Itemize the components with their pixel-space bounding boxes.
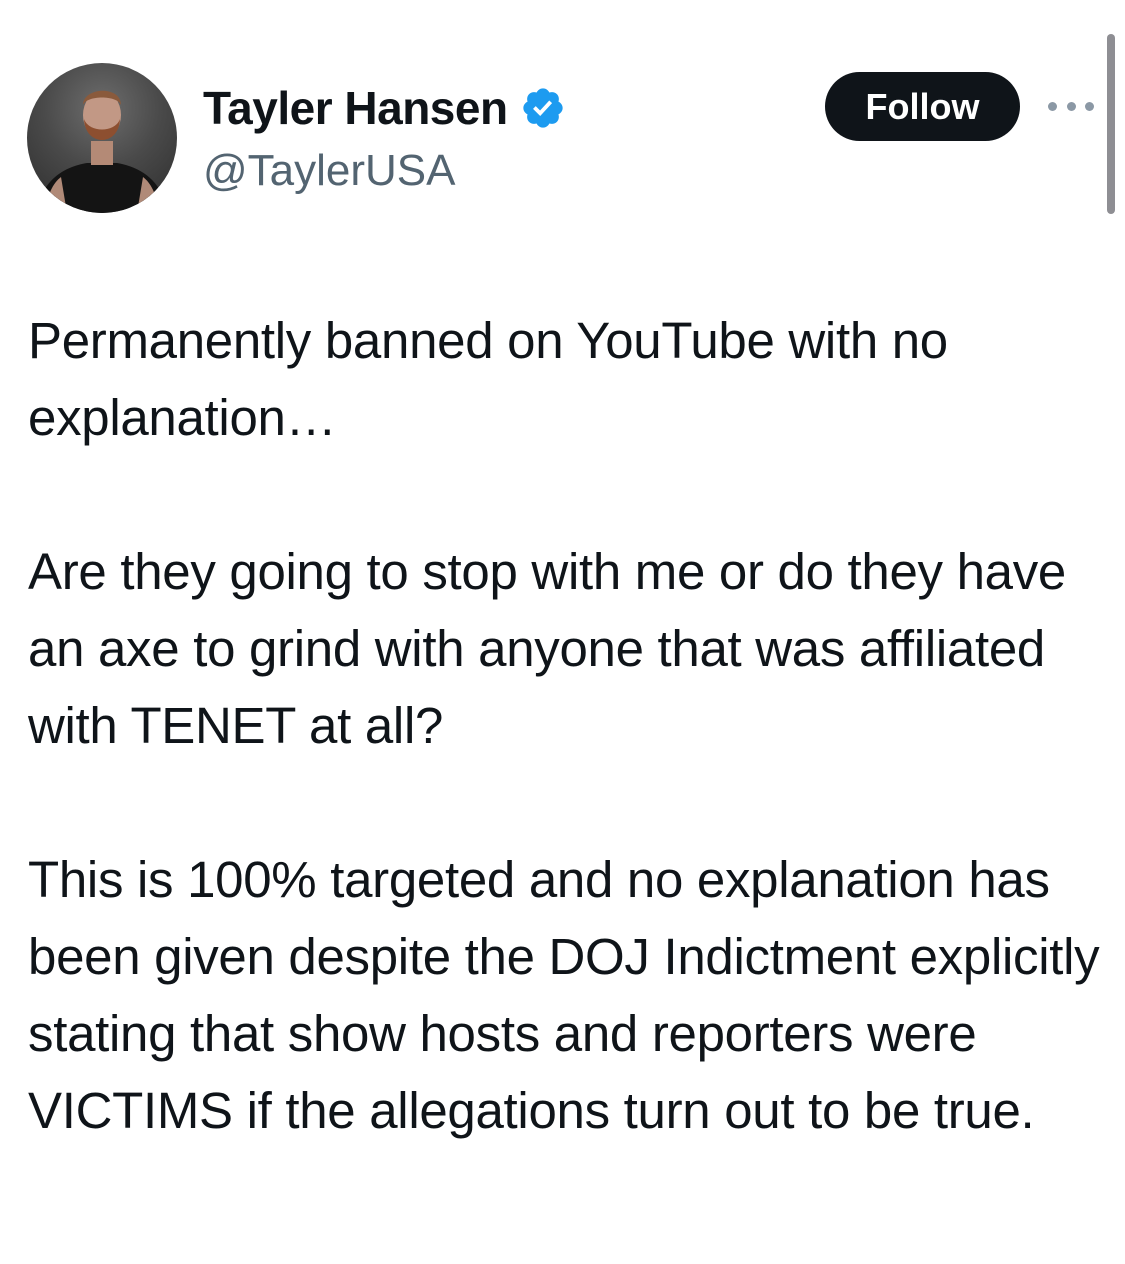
more-dot [1085,101,1094,111]
tweet-paragraph: Permanently banned on YouTube with no ex… [28,312,948,446]
more-dot [1066,101,1076,111]
author-handle[interactable]: @TaylerUSA [203,146,456,196]
tweet-card: Tayler Hansen @TaylerUSA Follow Permanen… [0,0,1125,1264]
verified-badge-icon [520,85,566,131]
author-name-row: Tayler Hansen [203,80,566,136]
tweet-paragraph: This is 100% targeted and no explanation… [28,851,1100,1139]
avatar-photo-icon [37,90,167,213]
follow-button[interactable]: Follow [825,72,1020,141]
more-options-icon[interactable] [1048,96,1094,116]
more-dot [1048,101,1057,111]
tweet-paragraph: Are they going to stop with me or do the… [28,543,1066,754]
scrollbar[interactable] [1107,34,1115,214]
author-avatar[interactable] [27,63,177,213]
tweet-text: Permanently banned on YouTube with no ex… [28,302,1103,1149]
author-display-name[interactable]: Tayler Hansen [203,81,508,135]
